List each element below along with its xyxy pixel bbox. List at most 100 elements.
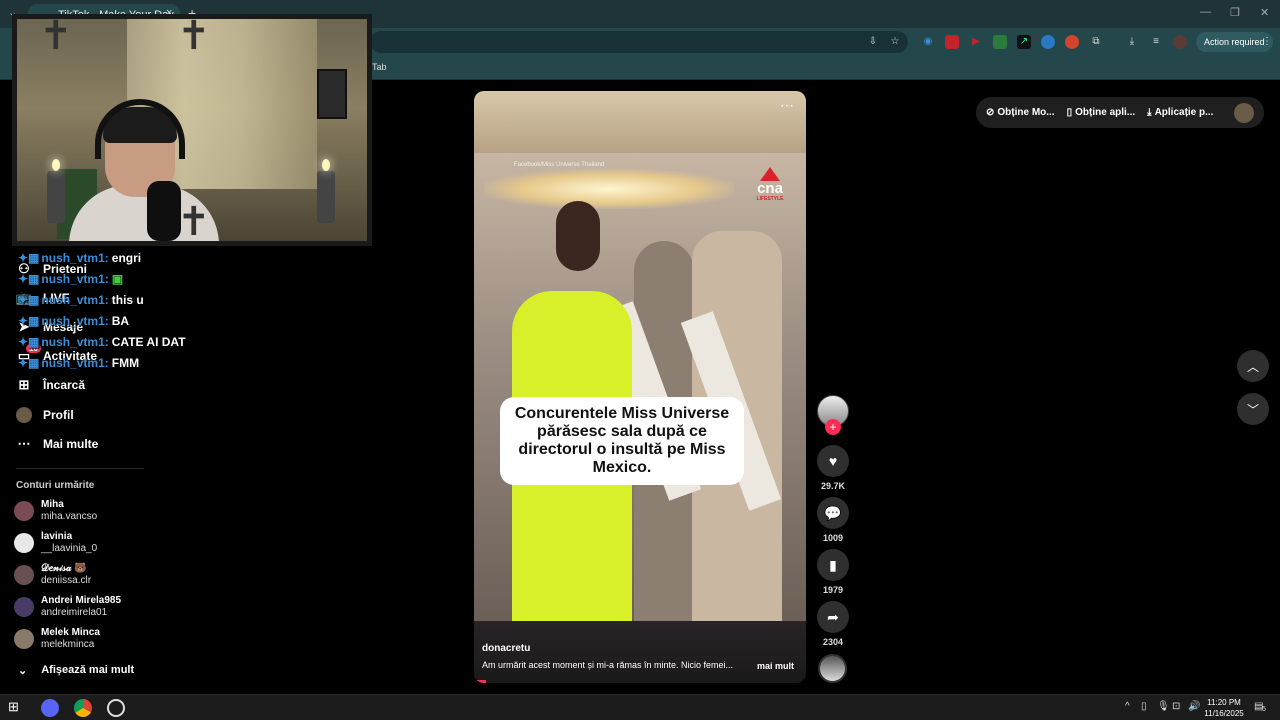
browser-menu-icon[interactable]: ⋮ [1260,35,1274,49]
downloads-icon[interactable]: ⤓ [1125,35,1139,49]
cna-brand: cna [757,180,783,197]
followed-account[interactable]: Miha miha.vancso [14,496,97,526]
chevron-up-icon: ︿ [1246,359,1259,374]
followed-account[interactable]: Andrei Mirela985 andreimirela01 [14,592,121,622]
account-name: Andrei Mirela985 [41,595,122,606]
chat-text: engri [111,251,142,265]
sidebar-item-more[interactable]: ⋯ Mai multe [16,434,99,454]
sidebar-divider [16,468,144,469]
chat-message: ✦▦ nush_vtm1: BA [18,314,129,328]
account-handle: deniissa.clr [41,575,92,586]
tray-chevron-icon[interactable]: ^ [1125,701,1130,712]
avatar [14,629,34,649]
extension-chart-icon[interactable]: ↗ [1017,35,1031,49]
chat-badge-icon: ✦▦ [18,251,40,265]
chevron-down-icon: ﹀ [1246,402,1259,417]
window-restore-button[interactable]: ❐ [1230,6,1240,19]
bookmark-star-icon[interactable]: ☆ [888,35,902,49]
upload-icon: ⊞ [18,377,30,392]
save-button[interactable]: ▮ [817,549,849,581]
window-minimize-button[interactable]: — [1200,6,1211,18]
phone-icon: ▯ [1066,107,1073,118]
get-coins-button[interactable]: ⊘ Obține Mo... [986,107,1055,118]
extension-off-icon[interactable] [993,35,1007,49]
extension-youtube-icon[interactable]: ▶ [969,35,983,49]
bookmark-item[interactable]: Tab [372,62,387,72]
obs-icon[interactable] [107,699,125,717]
pill-label: Obține Mo... [997,107,1055,118]
comment-button[interactable]: 💬 [817,497,849,529]
video-player[interactable]: Facebook/Miss Universe Thailand cna LIFE… [474,91,806,683]
chat-badge-icon: ✦▦ [18,272,40,286]
extension-orange-icon[interactable] [1065,35,1079,49]
window-close-button[interactable]: ✕ [1260,6,1269,19]
clock-date: 11/16/2025 [1204,709,1244,718]
chat-username: nush_vtm1: [41,251,109,265]
get-app-button[interactable]: ▯ Obține apli... [1067,107,1136,118]
chat-message: ✦▦ nush_vtm1: this u [18,293,144,307]
sidebar-item-label: Profil [43,408,74,422]
bookmark-icon: ▮ [829,556,837,573]
profile-icon [16,407,32,423]
show-more-accounts-button[interactable]: ⌄ Afișează mai mult [16,660,134,680]
chat-text: CATE AI DAT [111,335,186,349]
account-handle: miha.vancso [41,511,98,522]
account-name: lavinia [41,531,73,542]
address-bar[interactable] [370,31,908,53]
followed-account[interactable]: 𝒟𝑒𝓃𝒾𝓈𝒶 🐻 deniissa.clr [14,560,91,590]
reading-list-icon[interactable]: ≡ [1149,35,1163,49]
extension-blue-icon[interactable] [1041,35,1055,49]
avatar[interactable] [1234,102,1254,123]
avatar [14,501,34,521]
microphone-icon [147,181,181,241]
chat-text: this u [111,293,144,307]
notification-count: 5 [1262,706,1266,713]
chrome-icon[interactable] [74,699,92,717]
install-app-icon[interactable]: ⇩ [866,35,880,49]
pill-label: Obține apli... [1075,107,1136,118]
like-button[interactable]: ♥ [817,445,849,477]
candle-icon [47,171,65,223]
description-more-link[interactable]: mai mult [757,661,794,671]
extension-red-icon[interactable] [945,35,959,49]
followed-account[interactable]: lavinia __laavinia_0 [14,528,97,558]
coin-icon: ⊘ [986,107,995,118]
chat-text: BA [111,314,130,328]
cross-icon: ✝ [39,14,73,58]
video-author[interactable]: donacretu [482,643,530,654]
share-button[interactable]: ➦ [817,601,849,633]
chat-badge-icon: ✦▦ [18,356,40,370]
webcam-overlay: ✝ ✝ ✝ [12,14,372,246]
followed-account[interactable]: Melek Minca melekminca [14,624,100,654]
video-options-icon[interactable]: ⋯ [780,97,794,114]
extension-wave-icon[interactable]: ◉ [921,35,935,49]
next-video-button[interactable]: ﹀ [1237,393,1269,425]
extensions-puzzle-icon[interactable]: ⧉ [1089,35,1103,49]
follow-plus-icon[interactable]: + [825,419,841,435]
save-count: 1979 [822,585,844,595]
chat-message: ✦▦ nush_vtm1: CATE AI DAT [18,335,186,349]
video-caption: Concurentele Miss Universe părăsesc sala… [500,397,744,485]
sidebar-item-label: Încarcă [43,378,86,392]
video-progress-bar[interactable] [474,680,486,683]
sidebar-item-upload[interactable]: ⊞ Încarcă [16,375,85,395]
tray-volume-icon[interactable]: 🔊 [1188,701,1200,712]
chat-badge-icon: ✦▦ [18,293,40,307]
sidebar-item-profile[interactable]: Profil [16,405,74,425]
tray-device-icon[interactable]: ▯ [1141,701,1147,712]
tray-mic-icon[interactable]: 🎙 [1157,701,1170,712]
cna-brand-sub: LIFESTYLE [756,196,784,202]
profile-avatar[interactable] [1173,35,1187,49]
music-disc-icon[interactable] [818,654,847,683]
windows-start-icon[interactable]: ⊞ [8,699,26,717]
chat-emote-icon: ▣ [111,272,124,286]
candle-icon [317,171,335,223]
previous-video-button[interactable]: ︿ [1237,350,1269,382]
tray-network-icon[interactable]: ⊡ [1172,701,1180,712]
desktop-app-button[interactable]: ⤓ Aplicație p... [1147,107,1213,118]
chat-username: nush_vtm1: [41,293,109,307]
account-name: 𝒟𝑒𝓃𝒾𝓈𝒶 🐻 [41,563,87,574]
discord-icon[interactable] [41,699,59,717]
chat-message: ✦▦ nush_vtm1: FMM [18,356,139,370]
taskbar-clock[interactable]: 11:20 PM 11/16/2025 [1200,697,1248,719]
